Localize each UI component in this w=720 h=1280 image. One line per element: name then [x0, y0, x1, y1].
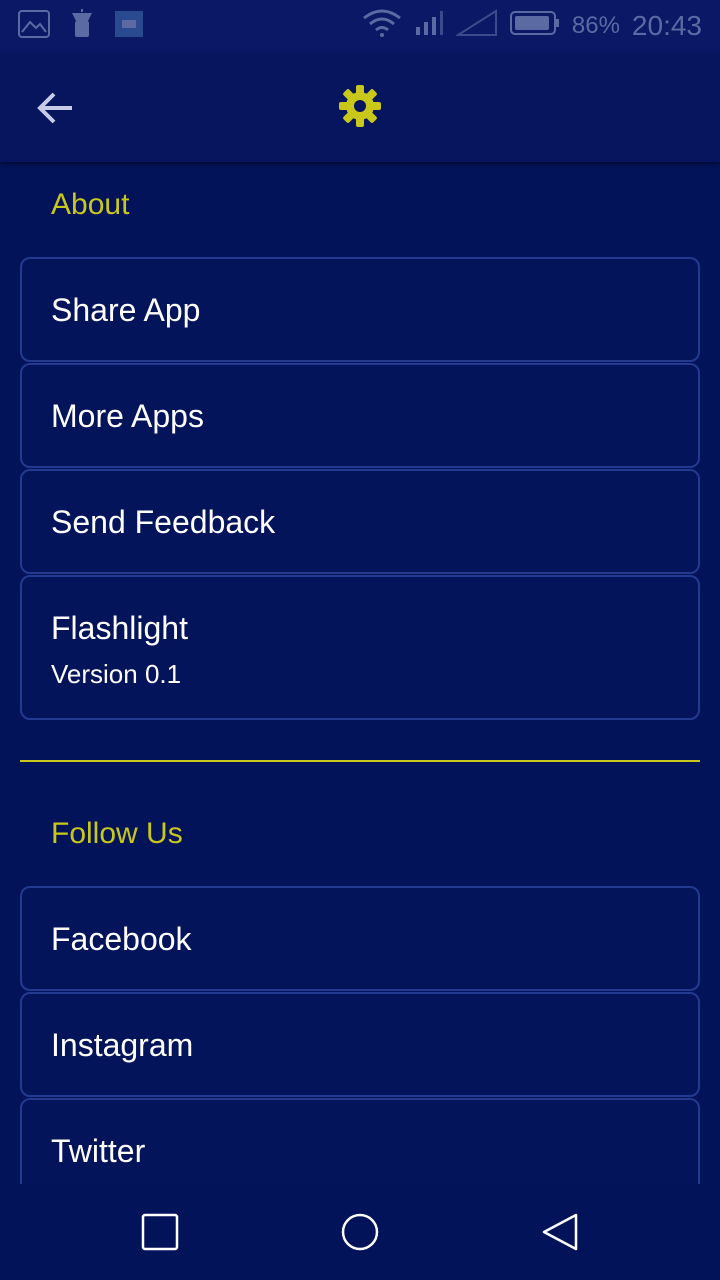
signal-icon: [414, 9, 444, 44]
app-version-label: Version 0.1: [51, 659, 182, 689]
instagram-label: Instagram: [51, 1027, 194, 1063]
back-triangle-icon: [542, 1213, 578, 1251]
section-divider: [20, 760, 700, 762]
app-icon: [114, 10, 144, 43]
recents-icon: [141, 1213, 179, 1251]
home-button[interactable]: [340, 1212, 380, 1252]
battery-percent: 86%: [571, 12, 620, 39]
about-section-title: About: [51, 188, 130, 221]
gallery-icon: [18, 9, 50, 43]
more-apps-label: More Apps: [51, 398, 204, 434]
signal-2-icon: [454, 8, 498, 44]
send-feedback-item[interactable]: Send Feedback: [20, 469, 700, 574]
wifi-icon: [362, 8, 402, 45]
arrow-left-icon: [37, 92, 72, 124]
more-apps-item[interactable]: More Apps: [20, 363, 700, 468]
app-bar: [0, 52, 720, 162]
facebook-label: Facebook: [51, 921, 192, 957]
app-version-item[interactable]: Flashlight Version 0.1: [20, 575, 700, 720]
navigation-bar: [0, 1184, 720, 1280]
back-nav-button[interactable]: [540, 1212, 580, 1252]
clock: 20:43: [631, 10, 702, 41]
battery-icon: [509, 10, 560, 43]
twitter-item[interactable]: Twitter: [20, 1098, 700, 1184]
recents-button[interactable]: [140, 1212, 180, 1252]
share-app-label: Share App: [51, 292, 201, 328]
app-name-label: Flashlight: [51, 610, 188, 646]
flashlight-icon: [70, 8, 94, 44]
send-feedback-label: Send Feedback: [51, 504, 276, 540]
gear-icon: [338, 84, 382, 128]
home-icon: [341, 1213, 379, 1251]
facebook-item[interactable]: Facebook: [20, 886, 700, 991]
twitter-label: Twitter: [51, 1133, 146, 1169]
instagram-item[interactable]: Instagram: [20, 992, 700, 1097]
back-button[interactable]: [34, 86, 78, 130]
settings-list[interactable]: About Share App More Apps Send Feedback …: [0, 162, 720, 1184]
follow-section-title: Follow Us: [51, 817, 183, 850]
status-bar: 86% 20:43: [0, 0, 720, 52]
share-app-item[interactable]: Share App: [20, 257, 700, 362]
